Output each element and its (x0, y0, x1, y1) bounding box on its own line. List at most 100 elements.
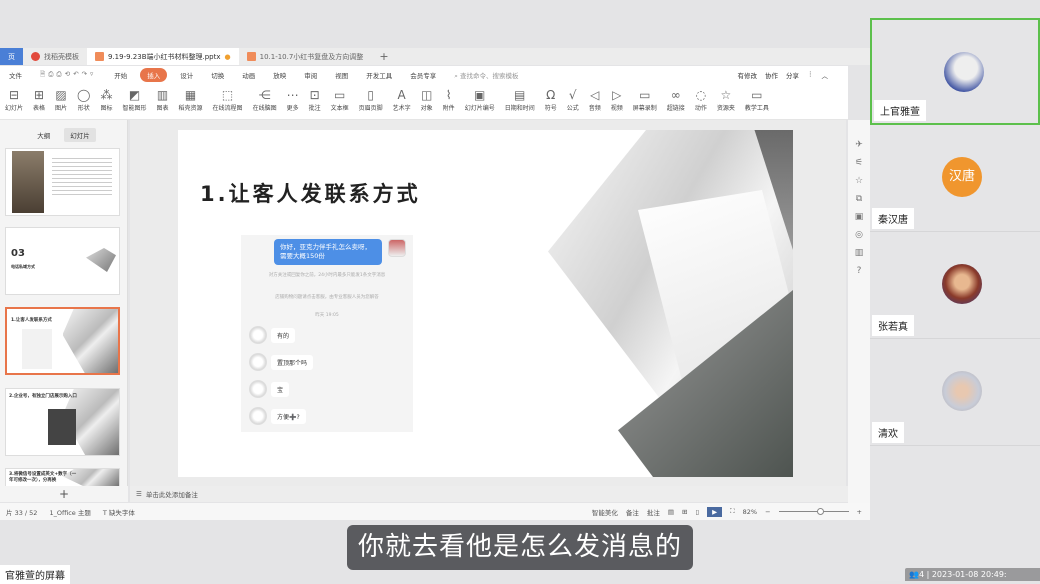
menu-insert[interactable]: 插入 (140, 68, 168, 82)
thumbnail-section-number: 03 (11, 248, 25, 259)
toolbar-button[interactable]: √ 公式 (562, 87, 584, 112)
slide-panel: 大纲 幻灯片 03 电话私域方式 1.让客人发联系方式 2.企业号，有独立门店展… (0, 120, 128, 488)
toolbar-label: 更多 (286, 105, 299, 112)
quick-access-icons[interactable]: 🗎⎙⎙⟲↶↷▿ (31, 70, 105, 81)
toolbar-button[interactable]: ▦ 稻壳资源 (174, 87, 208, 112)
template-icon[interactable]: ▣ (855, 212, 864, 222)
tab-label: 10.1-10.7小红书复盘及方向调整 (259, 52, 364, 61)
zoom-out-button[interactable]: − (765, 508, 770, 516)
comment-button[interactable]: 批注 (647, 507, 660, 517)
slide-thumbnail[interactable]: 2.企业号，有独立门店展示购入口 (5, 388, 120, 456)
toolbar-button[interactable]: ⌇ 附件 (438, 87, 460, 112)
toolbar-button[interactable]: ⊟ 幻灯片 (0, 87, 28, 112)
toolbar-button[interactable]: ▭ 教学工具 (740, 87, 774, 112)
notes-toggle-button[interactable]: 备注 (626, 507, 639, 517)
toolbar-label: 图标 (100, 105, 113, 112)
toolbar-button[interactable]: ▣ 幻灯片编号 (460, 87, 500, 112)
toolbar-button[interactable]: ▯ 页眉页脚 (354, 87, 388, 112)
current-slide[interactable]: 1.让客人发联系方式 你好，亚克力伴手礼怎么卖呀，需要大概150份 对方关注或回… (178, 130, 793, 477)
help-icon[interactable]: ? (857, 266, 862, 276)
tab-home[interactable]: 页 (0, 48, 23, 65)
toolbar-button[interactable]: ◩ 智能图形 (118, 87, 152, 112)
participant-tile[interactable]: 清欢 (870, 339, 1040, 446)
toolbar-button[interactable]: ⊡ 批注 (304, 87, 326, 112)
tab-active-pptx[interactable]: 9.19-9.23B端小红书材料整理.pptx ● (87, 48, 239, 65)
toolbar-button[interactable]: A 艺术字 (388, 87, 416, 112)
menu-file[interactable]: 文件 (0, 70, 31, 80)
menu-transition[interactable]: 切换 (202, 70, 233, 80)
missing-font-button[interactable]: T 缺失字体 (97, 507, 141, 517)
share-button[interactable]: 分享 (786, 70, 799, 80)
menu-member[interactable]: 会员专享 (401, 70, 445, 80)
toolbar-button[interactable]: ⊞ 表格 (28, 87, 50, 112)
participant-tile[interactable]: 汉唐 秦汉唐 (870, 125, 1040, 232)
toolbar-button[interactable]: ◫ 对象 (416, 87, 438, 112)
zoom-in-button[interactable]: + (857, 508, 862, 516)
zoom-slider-handle[interactable] (817, 508, 825, 515)
animation-star-icon[interactable]: ☆ (855, 176, 863, 186)
slide-thumbnail-selected[interactable]: 1.让客人发联系方式 (5, 307, 120, 375)
thumbnail-text-lines (52, 155, 112, 195)
toolbar-button[interactable]: Ω 符号 (540, 87, 562, 112)
menu-animation[interactable]: 动画 (233, 70, 264, 80)
toolbar-button[interactable]: ⋯ 更多 (282, 87, 304, 112)
toolbar-icon: ▨ (55, 88, 67, 102)
toolbar-button[interactable]: ▥ 图表 (152, 87, 174, 112)
book-icon[interactable]: ▥ (855, 248, 864, 258)
notes-area[interactable]: ☰ 单击此处添加备注 (130, 486, 848, 502)
fit-icon[interactable]: ⛶ (730, 507, 735, 516)
toolbar-button[interactable]: ⬚ 在线流程图 (208, 87, 248, 112)
toolbar-button[interactable]: ▤ 日期和时间 (500, 87, 540, 112)
slide-thumbnail[interactable]: 3.将微信号设置成英文+数字（一年可修改一次），分再换 (5, 468, 120, 488)
toolbar-button[interactable]: ∞ 超链接 (662, 87, 690, 112)
sorter-view-icon[interactable]: ⊞ (682, 508, 687, 516)
tab-docer[interactable]: 找稻壳模板 (23, 48, 87, 65)
settings-sliders-icon[interactable]: ⚟ (855, 158, 863, 168)
add-slide-button[interactable]: + (0, 486, 128, 502)
toolbar-button[interactable]: ◌ 动作 (690, 87, 712, 112)
rocket-icon[interactable]: ✈ (855, 140, 863, 150)
collapse-ribbon-icon[interactable]: ︿ (822, 70, 829, 80)
modified-button[interactable]: 有修改 (738, 70, 758, 80)
command-search[interactable]: ⌕ 查找命令、搜索模板 (445, 70, 527, 81)
toolbar-button[interactable]: ⁂ 图标 (95, 87, 117, 112)
toolbar-button[interactable]: ▷ 视频 (606, 87, 628, 112)
toolbar-button[interactable]: ▭ 屏幕录制 (628, 87, 662, 112)
zoom-slider[interactable] (778, 508, 849, 515)
slide-switch-icon[interactable]: ⧉ (856, 194, 862, 204)
zoom-level[interactable]: 82% (743, 508, 757, 516)
toolbar-label: 屏幕录制 (632, 105, 657, 112)
menu-view[interactable]: 视图 (326, 70, 357, 80)
toolbar-button[interactable]: ⋲ 在线脑图 (248, 87, 282, 112)
menu-developer[interactable]: 开发工具 (357, 70, 401, 80)
collaborate-button[interactable]: 协作 (765, 70, 778, 80)
menu-slideshow[interactable]: 放映 (264, 70, 295, 80)
toolbar-icon: ◯ (77, 88, 91, 102)
new-tab-button[interactable]: + (371, 48, 396, 65)
toolbar-button[interactable]: ▨ 图片 (50, 87, 72, 112)
participant-name: 张若真 (872, 315, 914, 336)
toolbar-button[interactable]: ◁ 音频 (584, 87, 606, 112)
play-slideshow-button[interactable]: ▶ (707, 506, 723, 517)
smart-beautify-button[interactable]: 智能美化 (592, 507, 618, 517)
menu-design[interactable]: 设计 (171, 70, 202, 80)
tab-label: 页 (8, 52, 15, 61)
slide-thumbnail[interactable] (5, 148, 120, 216)
tab-outline[interactable]: 大纲 (31, 128, 56, 142)
tab-pptx-2[interactable]: 10.1-10.7小红书复盘及方向调整 (239, 48, 372, 65)
participant-tile[interactable]: 上官雅萱 (870, 18, 1040, 125)
more-icon[interactable]: ⋮ (807, 70, 814, 80)
location-icon[interactable]: ◎ (855, 230, 863, 240)
toolbar-button[interactable]: ▭ 文本框 (326, 87, 354, 112)
tab-slides[interactable]: 幻灯片 (64, 128, 96, 142)
toolbar-button[interactable]: ☆ 资源夹 (712, 87, 740, 112)
participant-tile[interactable]: 张若真 (870, 232, 1040, 339)
participant-name: 秦汉唐 (872, 208, 914, 229)
toolbar-button[interactable]: ◯ 形状 (72, 87, 95, 112)
menu-review[interactable]: 审阅 (295, 70, 326, 80)
reading-view-icon[interactable]: ▯ (696, 508, 700, 516)
thumbnail-title: 1.让客人发联系方式 (11, 318, 52, 323)
slide-thumbnail[interactable]: 03 电话私域方式 (5, 227, 120, 295)
normal-view-icon[interactable]: ▤ (668, 508, 674, 516)
menu-start[interactable]: 开始 (105, 70, 136, 80)
